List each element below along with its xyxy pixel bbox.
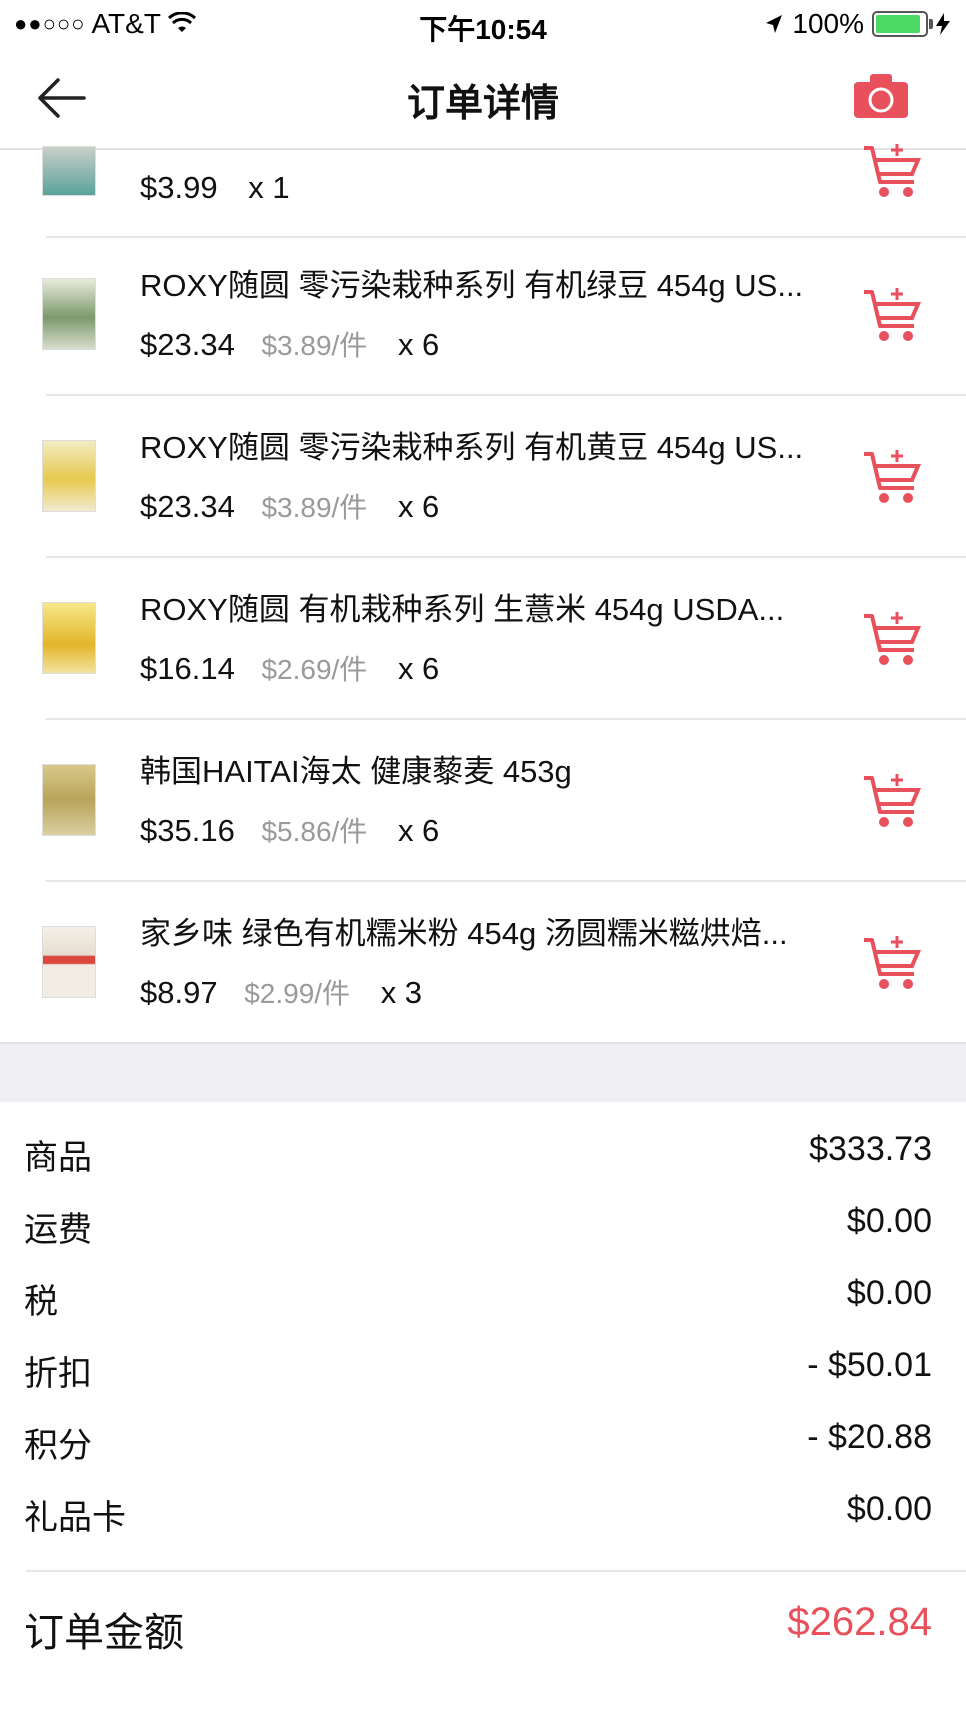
list-item[interactable]: ROXY随圆 零污染栽种系列 有机黄豆 454g US... $23.34 $3… — [0, 396, 966, 558]
item-quantity: x 6 — [397, 651, 440, 686]
item-title: ROXY随圆 零污染栽种系列 有机绿豆 454g US... — [140, 268, 804, 303]
item-quantity: x 1 — [248, 170, 290, 205]
summary-label: 商品 — [24, 1139, 92, 1177]
order-total-label: 订单金额 — [24, 1611, 184, 1655]
battery-percent: 100% — [792, 8, 864, 39]
summary-row-points: 积分 - $20.88 — [24, 1418, 932, 1478]
summary-value: $0.00 — [846, 1490, 932, 1528]
list-item[interactable]: 韩国HAITAI海太 健康藜麦 453g $35.16 $5.86/件 x 6 — [0, 720, 966, 882]
item-price: $35.16 — [140, 813, 235, 848]
product-thumbnail — [42, 440, 96, 512]
list-item[interactable]: $3.99 x 1 — [0, 76, 966, 238]
price-line: $23.34 $3.89/件 x 6 — [140, 324, 439, 364]
order-total: 订单金额 $262.84 — [24, 1600, 932, 1660]
item-title: 家乡味 绿色有机糯米粉 454g 汤圆糯米糍烘焙... — [140, 916, 788, 951]
item-quantity: x 6 — [397, 813, 440, 848]
item-unit-price: $2.69/件 — [261, 654, 368, 685]
add-to-cart-icon[interactable] — [862, 142, 922, 200]
product-thumbnail — [42, 278, 96, 350]
summary-label: 税 — [24, 1283, 58, 1321]
status-right: 100% — [764, 8, 950, 40]
summary-row-discount: 折扣 - $50.01 — [24, 1346, 932, 1406]
item-price: $23.34 — [140, 489, 235, 524]
add-to-cart-icon[interactable] — [862, 610, 922, 668]
summary-label: 运费 — [24, 1211, 92, 1249]
summary-label: 礼品卡 — [24, 1499, 126, 1537]
order-total-value: $262.84 — [787, 1600, 932, 1644]
product-thumbnail — [42, 602, 96, 674]
summary-value: - $50.01 — [807, 1346, 932, 1384]
product-thumbnail — [42, 764, 96, 836]
status-bar: ●●○○○ AT&T 下午10:54 100% — [0, 0, 966, 48]
price-line: $8.97 $2.99/件 x 3 — [140, 972, 422, 1012]
price-line: $16.14 $2.69/件 x 6 — [140, 648, 439, 688]
summary-label: 积分 — [24, 1427, 92, 1465]
summary-value: - $20.88 — [807, 1418, 932, 1456]
charging-bolt-icon — [936, 13, 950, 35]
list-item[interactable]: ROXY随圆 零污染栽种系列 有机绿豆 454g US... $23.34 $3… — [0, 234, 966, 396]
list-item[interactable]: 家乡味 绿色有机糯米粉 454g 汤圆糯米糍烘焙... $8.97 $2.99/… — [0, 882, 966, 1044]
summary-row-giftcard: 礼品卡 $0.00 — [24, 1490, 932, 1550]
summary-divider — [26, 1570, 966, 1572]
item-unit-price: $2.99/件 — [244, 978, 351, 1009]
summary-row-goods: 商品 $333.73 — [24, 1130, 932, 1190]
product-thumbnail — [42, 926, 96, 998]
item-title: 韩国HAITAI海太 健康藜麦 453g — [140, 754, 572, 789]
item-unit-price: $5.86/件 — [261, 816, 368, 847]
add-to-cart-icon[interactable] — [862, 286, 922, 344]
summary-row-tax: 税 $0.00 — [24, 1274, 932, 1334]
price-line: $3.99 x 1 — [140, 170, 290, 206]
price-line: $23.34 $3.89/件 x 6 — [140, 486, 439, 526]
battery-icon — [872, 11, 933, 37]
item-unit-price: $3.89/件 — [261, 330, 368, 361]
item-title: ROXY随圆 有机栽种系列 生薏米 454g USDA... — [140, 592, 785, 627]
item-quantity: x 6 — [397, 489, 440, 524]
summary-value: $0.00 — [846, 1274, 932, 1312]
item-price: $16.14 — [140, 651, 235, 686]
add-to-cart-icon[interactable] — [862, 772, 922, 830]
item-quantity: x 3 — [380, 975, 423, 1010]
item-price: $8.97 — [140, 975, 218, 1010]
item-title: ROXY随圆 零污染栽种系列 有机黄豆 454g US... — [140, 430, 804, 465]
summary-value: $0.00 — [846, 1202, 932, 1240]
item-price: $3.99 — [140, 170, 218, 205]
add-to-cart-icon[interactable] — [862, 448, 922, 506]
section-divider — [0, 1042, 966, 1102]
price-line: $35.16 $5.86/件 x 6 — [140, 810, 439, 850]
product-thumbnail — [42, 146, 96, 196]
summary-label: 折扣 — [24, 1355, 92, 1393]
summary-value: $333.73 — [809, 1130, 932, 1168]
add-to-cart-icon[interactable] — [862, 934, 922, 992]
list-item[interactable]: ROXY随圆 有机栽种系列 生薏米 454g USDA... $16.14 $2… — [0, 558, 966, 720]
item-unit-price: $3.89/件 — [261, 492, 368, 523]
location-arrow-icon — [766, 15, 783, 33]
summary-row-shipping: 运费 $0.00 — [24, 1202, 932, 1262]
item-quantity: x 6 — [397, 327, 440, 362]
item-price: $23.34 — [140, 327, 235, 362]
